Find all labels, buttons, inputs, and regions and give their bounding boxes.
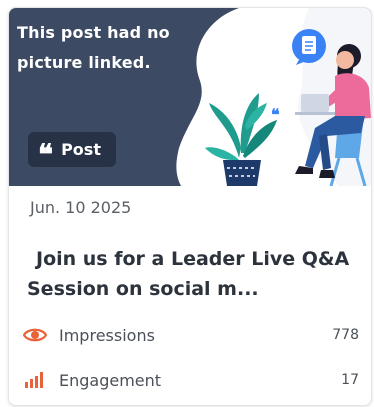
engagement-label: Engagement: [59, 370, 162, 390]
post-type-label: Post: [61, 140, 101, 159]
quote-icon: ❝: [38, 137, 53, 171]
post-type-badge: ❝ Post: [28, 132, 116, 171]
bar-chart-icon: [23, 369, 47, 391]
eye-icon: [23, 324, 47, 346]
post-preview-image: ❝ This post had no picture linked. ❝ Pos…: [9, 8, 371, 186]
svg-text:❝: ❝: [271, 105, 280, 124]
no-picture-message: This post had no picture linked.: [17, 23, 170, 72]
post-title[interactable]: Join us for a Leader Live Q&A Session on…: [27, 244, 357, 304]
impressions-metric: Impressions 778: [23, 322, 363, 348]
post-date: Jun. 10 2025: [30, 198, 132, 217]
impressions-label: Impressions: [59, 325, 155, 345]
impressions-value: 778: [332, 327, 359, 343]
engagement-metric: Engagement 17: [23, 367, 363, 393]
post-title-text: Join us for a Leader Live Q&A Session on…: [27, 248, 350, 300]
post-card[interactable]: ❝ This post had no picture linked. ❝ Pos…: [8, 7, 372, 406]
engagement-value: 17: [341, 372, 359, 388]
